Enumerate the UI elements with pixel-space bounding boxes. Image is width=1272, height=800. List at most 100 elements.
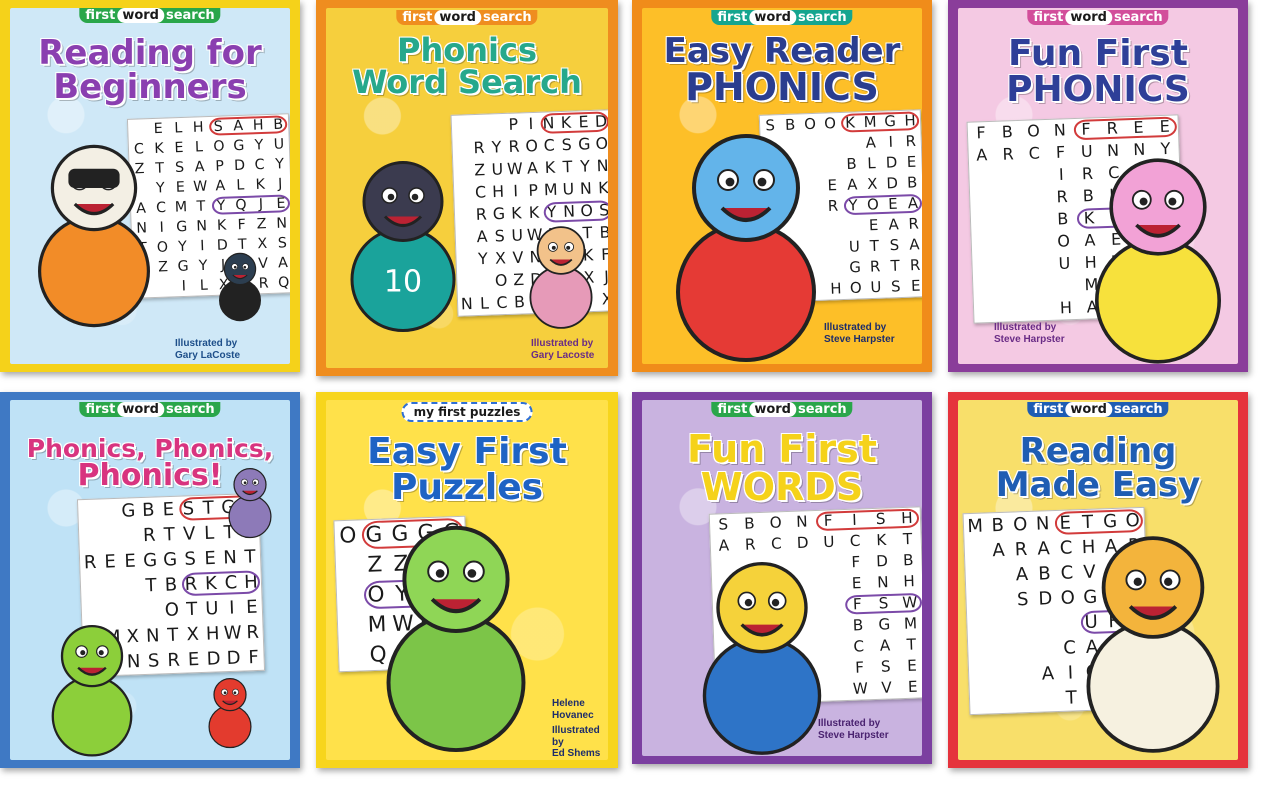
grid-letter: T (905, 635, 917, 653)
grid-letter: D (226, 648, 241, 669)
book-title: Reading for Beginners (38, 33, 262, 107)
grid-letter: O (1013, 514, 1028, 535)
grid-letter: W (223, 622, 242, 644)
grid-letter: X (186, 624, 199, 645)
grid-letter: A (215, 178, 226, 194)
grid-letter: X (495, 248, 507, 267)
grid-letter: H (193, 119, 204, 135)
grid-letter: E (162, 499, 174, 520)
grid-letter: R (905, 132, 916, 150)
grid-letter: E (124, 551, 136, 572)
grid-letter: Y (274, 156, 285, 172)
grid-letter: L (236, 177, 245, 193)
grid-letter: N (196, 218, 207, 234)
grid-letter: R (1014, 539, 1027, 560)
grid-letter: N (580, 179, 592, 198)
grid-letter: G (143, 550, 158, 571)
book-title: Easy First Puzzles (367, 431, 567, 508)
grid-letter: R (908, 215, 919, 233)
cover-artwork: first word search Fun First PHONICS FBONFRE… (958, 8, 1238, 364)
series-logo: first word search (396, 10, 538, 25)
series-logo: my first puzzles (401, 402, 533, 422)
grid-letter: G (233, 138, 245, 154)
grid-letter: P (215, 158, 225, 174)
grid-letter: E (246, 597, 258, 618)
bear-dog-illustration (1058, 510, 1238, 760)
grid-letter: Y (579, 156, 591, 175)
grid-letter: E (174, 140, 184, 156)
book-cover-fun-first-words[interactable]: first word search Fun First WORDS SBONFISHA… (632, 392, 932, 764)
series-logo: first word search (1027, 402, 1169, 417)
illustrator-credit: Illustrated by Steve Harpster (818, 718, 889, 741)
series-logo: first word search (79, 8, 221, 23)
grid-letter: F (248, 647, 259, 668)
book-cover-fun-first-phonics[interactable]: first word search Fun First PHONICS FBONFRE… (948, 0, 1248, 372)
grid-letter: Y (490, 137, 502, 156)
grid-letter: K (544, 158, 556, 177)
grid-letter: Q (278, 275, 290, 291)
grid-letter: N (796, 513, 808, 531)
grid-letter: I (181, 278, 186, 294)
book-cover-easy-reader-phonics[interactable]: first word search Easy Reader PHONICS SBOOK… (632, 0, 932, 372)
series-logo: first word search (711, 10, 853, 25)
grid-letter: L (200, 278, 209, 294)
grid-letter: E (176, 179, 186, 195)
grid-letter: U (562, 179, 574, 198)
grid-letter: L (174, 120, 183, 136)
cover-artwork: first word search Fun First WORDS SBONFISHA… (642, 400, 922, 756)
grid-letter: C (224, 572, 237, 593)
grid-letter: I (229, 597, 235, 618)
grid-letter: K (876, 531, 888, 549)
grid-letter: G (878, 615, 890, 633)
series-logo: first word search (711, 402, 853, 417)
grid-letter: E (907, 657, 917, 675)
grid-letter: Q (235, 197, 247, 213)
grid-letter: S (878, 594, 888, 612)
grid-letter: B (1057, 209, 1069, 228)
grid-letter: J (258, 197, 264, 213)
book-title: Phonics, Phonics, Phonics! (26, 434, 274, 493)
book-cover-phonics-phonics-phonics[interactable]: first word search Phonics, Phonics, Phonics… (0, 392, 300, 768)
grid-letter: S (889, 236, 899, 254)
grid-letter: N (1036, 513, 1050, 534)
grid-letter: I (200, 238, 205, 254)
grid-letter: S (184, 549, 196, 570)
grid-letter: K (560, 113, 572, 132)
grid-letter: L (867, 154, 877, 172)
grid-letter: R (84, 552, 97, 573)
grid-letter: A (888, 215, 900, 233)
series-logo: first word search (1027, 10, 1169, 25)
crab-illustration (180, 670, 280, 750)
grid-letter: E (188, 649, 200, 670)
book-cover-phonics-word-search[interactable]: first word search Phonics Word Search PINKE… (316, 0, 618, 376)
book-cover-reading-made-easy[interactable]: first word search Reading Made Easy MBONETG… (948, 392, 1248, 768)
grid-letter: S (494, 226, 505, 245)
grid-letter: R (1056, 187, 1068, 206)
grid-letter: F (976, 123, 986, 142)
book-cover-reading-for-beginners[interactable]: first word search Reading for Beginners ELH… (0, 0, 300, 372)
cover-artwork: first word search Reading Made Easy MBONETG… (958, 400, 1238, 760)
grid-letter: S (278, 235, 288, 251)
grid-letter: B (744, 514, 755, 532)
grid-letter: H (901, 509, 913, 527)
grid-letter: T (185, 599, 199, 620)
grid-letter: L (195, 139, 204, 155)
penguin-illustration (210, 244, 270, 324)
grid-letter: G (163, 549, 178, 570)
grid-letter: C (254, 157, 265, 173)
grid-letter: T (561, 157, 573, 176)
grid-letter: F (1056, 143, 1066, 162)
cover-artwork: my first puzzles Easy FirstPuzzles OGGGG… (326, 400, 608, 760)
grid-letter: O (495, 271, 508, 290)
elephant-illustration (646, 108, 846, 364)
book-title: Reading Made Easy (995, 431, 1201, 505)
grid-letter: S (561, 135, 572, 154)
illustrator-credit: Illustrated by Gary LaCoste (175, 338, 241, 361)
book-title: Phonics Word Search (352, 31, 582, 101)
grid-letter: Y (477, 249, 489, 268)
grid-letter: H (206, 623, 220, 644)
grid-letter: G (121, 500, 136, 521)
grid-letter: E (911, 277, 921, 295)
book-cover-easy-first-puzzles[interactable]: my first puzzles Easy FirstPuzzles OGGGG… (316, 392, 618, 768)
grid-letter: N (223, 547, 237, 568)
